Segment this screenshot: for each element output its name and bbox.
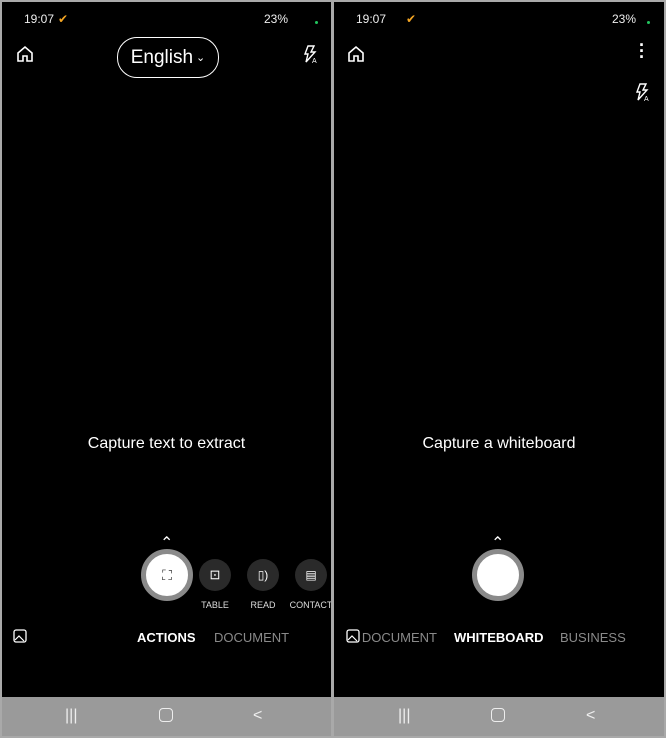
status-dot-icon — [647, 21, 650, 24]
gallery-icon[interactable] — [13, 629, 27, 643]
chevron-down-icon: ⌄ — [196, 52, 206, 64]
right-screen: 19:07 ✔ 23% · · · A Capture a whiteboard ⌃… — [334, 2, 664, 736]
mode-document[interactable]: DOCUMENT — [354, 630, 437, 645]
capture-hint: Capture a whiteboard — [422, 435, 576, 452]
contact-label: CONTACT — [289, 600, 331, 610]
shutter-button[interactable]: ⛶ — [141, 549, 193, 601]
more-options-icon[interactable]: · · · — [639, 36, 645, 66]
contact-button[interactable]: ▤ — [295, 559, 327, 591]
system-nav-bar: ||| < — [334, 697, 664, 736]
check-icon: ✔ — [58, 12, 69, 26]
shutter-button[interactable] — [472, 549, 524, 601]
read-button[interactable]: ▯) — [247, 559, 279, 591]
flash-auto-icon[interactable]: A — [301, 44, 319, 64]
capture-hint: Capture text to extract — [87, 435, 246, 452]
back-icon[interactable]: < — [586, 707, 595, 725]
back-icon[interactable]: < — [253, 707, 262, 725]
svg-text:A: A — [312, 58, 317, 64]
home-icon[interactable] — [346, 44, 366, 64]
mode-business[interactable]: BUSINESS — [560, 630, 626, 645]
table-button[interactable]: ⊡ — [199, 559, 231, 591]
read-aloud-icon: ▯) — [257, 568, 269, 582]
mode-document[interactable]: DOCUMENT — [214, 630, 289, 645]
mode-actions[interactable]: ACTIONS — [137, 630, 196, 645]
flash-auto-icon[interactable]: A — [633, 82, 651, 102]
check-icon: ✔ — [406, 12, 417, 26]
text-scan-icon: ⛶ — [162, 566, 172, 583]
language-label: English — [130, 46, 194, 68]
recents-icon[interactable]: ||| — [65, 707, 77, 725]
status-dot-icon — [315, 21, 318, 24]
battery-level: 23% — [264, 12, 289, 26]
recents-icon[interactable]: ||| — [398, 707, 410, 725]
table-scan-icon: ⊡ — [209, 567, 221, 582]
contact-card-icon: ▤ — [305, 568, 317, 582]
status-time: 19:07 — [24, 12, 55, 26]
status-time: 19:07 — [356, 12, 387, 26]
system-nav-bar: ||| < — [2, 697, 331, 736]
home-icon[interactable] — [15, 44, 35, 64]
language-selector[interactable]: English ⌄ — [117, 37, 219, 78]
svg-text:A: A — [644, 96, 649, 102]
home-nav-icon[interactable] — [159, 708, 173, 722]
battery-level: 23% — [612, 12, 637, 26]
mode-whiteboard[interactable]: WHITEBOARD — [454, 630, 544, 645]
left-screen: 19:07 ✔ 23% English ⌄ A Capture text to e… — [2, 2, 331, 736]
home-nav-icon[interactable] — [491, 708, 505, 722]
